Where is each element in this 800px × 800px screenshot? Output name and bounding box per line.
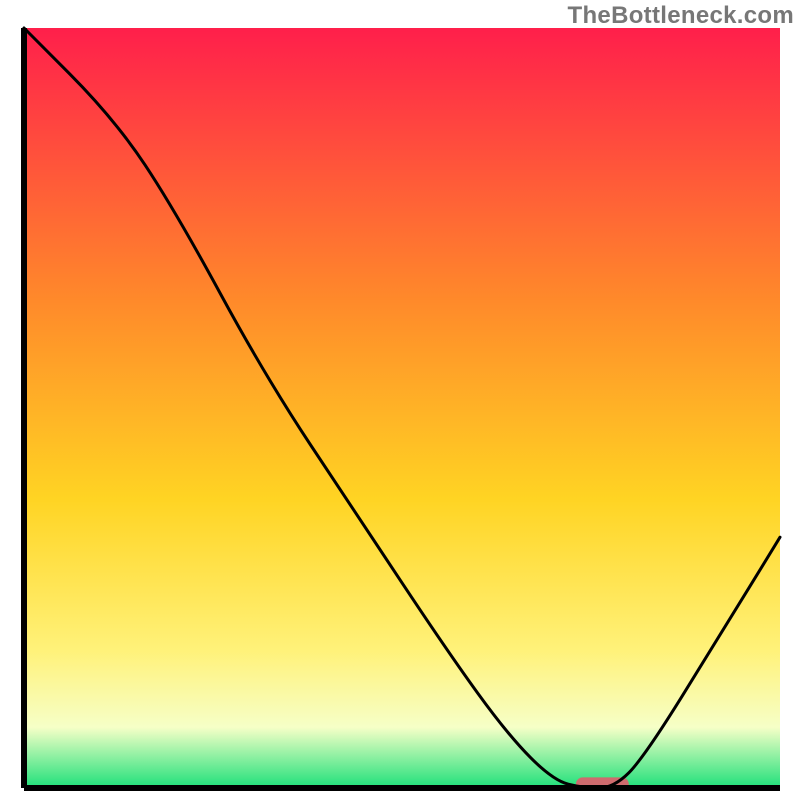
chart-svg — [0, 0, 800, 800]
watermark-text: TheBottleneck.com — [568, 2, 794, 30]
bottleneck-chart: TheBottleneck.com — [0, 0, 800, 800]
plot-background — [24, 28, 780, 788]
